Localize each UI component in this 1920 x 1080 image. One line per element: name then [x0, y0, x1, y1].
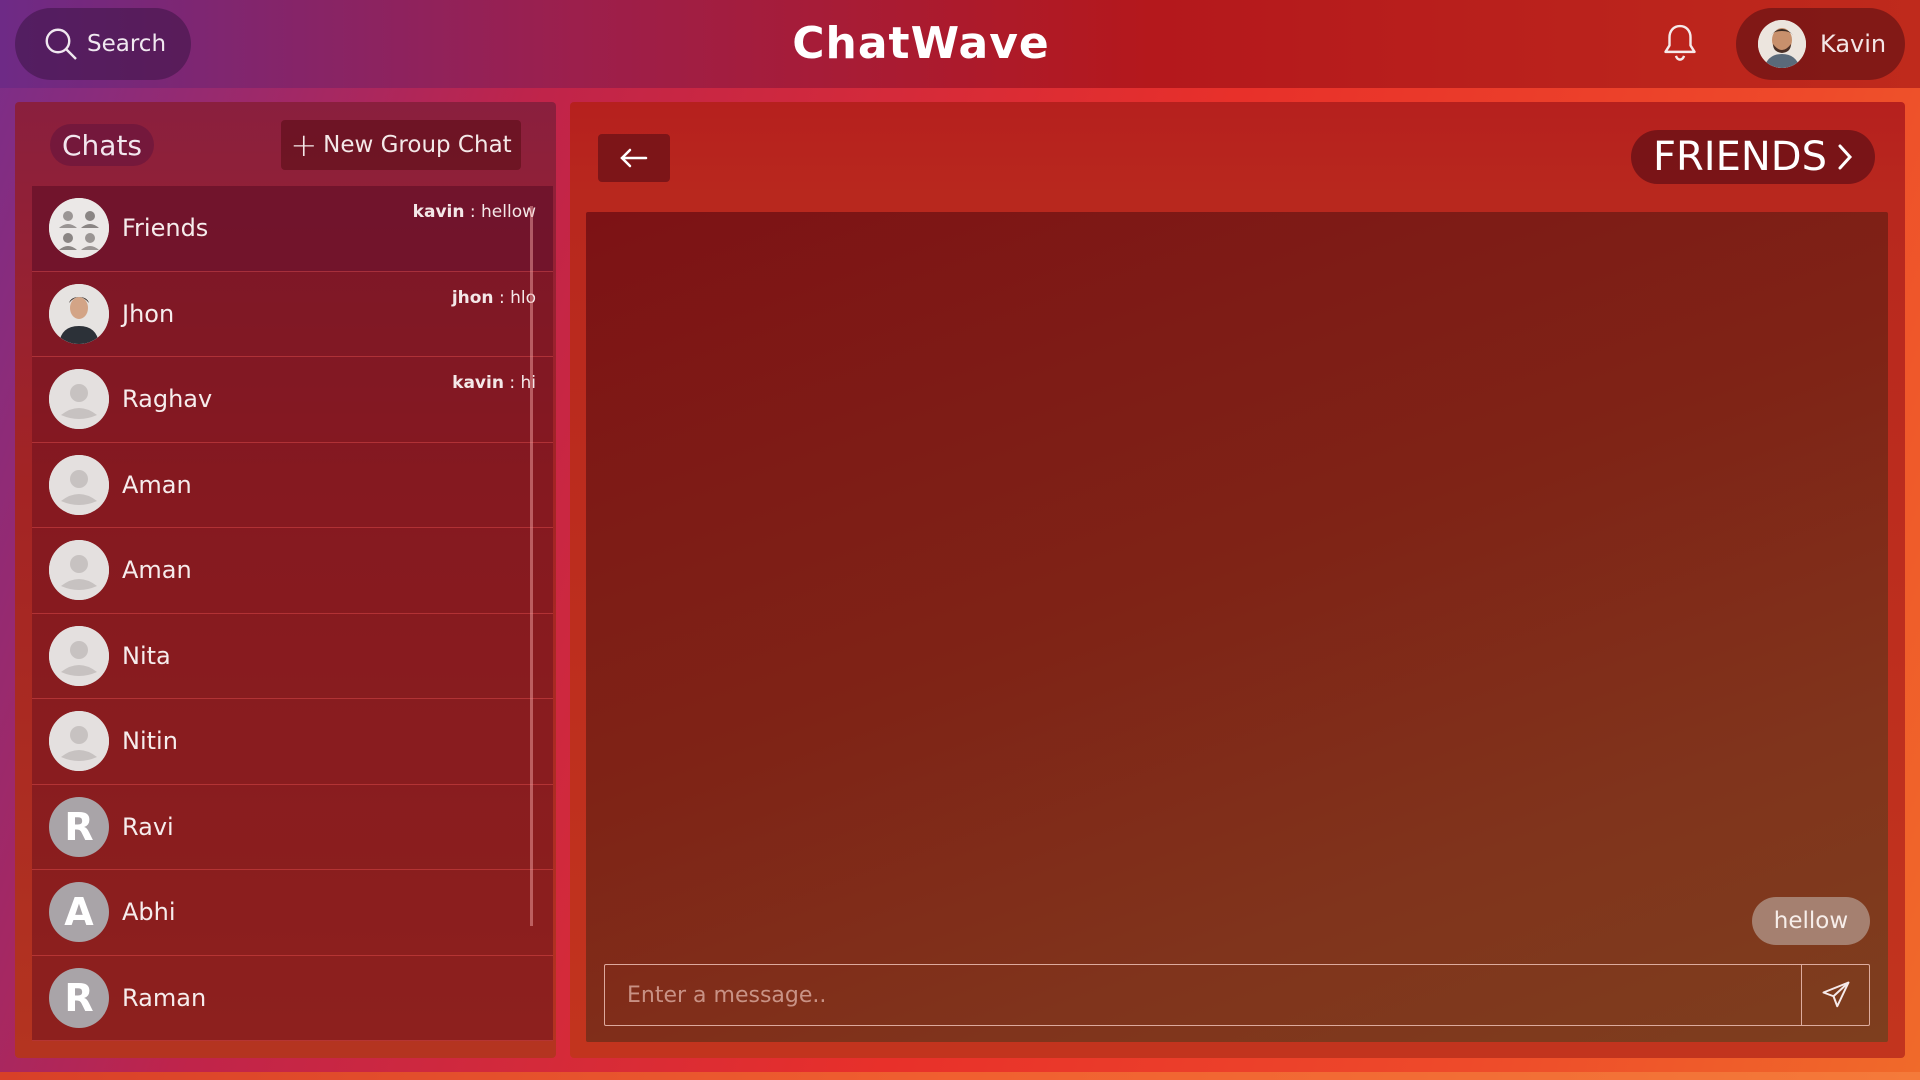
- chat-name: Abhi: [122, 898, 176, 927]
- chat-name: Nitin: [122, 727, 178, 756]
- message-bubble: hellow: [1752, 897, 1870, 945]
- bell-icon[interactable]: [1660, 22, 1700, 64]
- avatar-letter: R: [49, 796, 109, 857]
- default-user-avatar: [49, 711, 109, 772]
- chevron-right-icon: [1838, 144, 1853, 170]
- message-input[interactable]: [605, 965, 1801, 1025]
- send-button[interactable]: [1801, 965, 1869, 1025]
- top-bar: Search ChatWave Kavin: [0, 0, 1920, 88]
- app-title: ChatWave: [792, 18, 1050, 69]
- back-button[interactable]: [598, 134, 670, 182]
- chat-list-item[interactable]: Aman: [32, 528, 553, 614]
- arrow-left-icon: [620, 148, 648, 168]
- group-avatar: [49, 198, 109, 259]
- messages-area: hellow: [586, 212, 1888, 1042]
- chat-list-item[interactable]: Jhon jhon : hlo: [32, 271, 553, 357]
- chat-name: Raman: [122, 983, 207, 1012]
- last-message-preview: jhon : hlo: [452, 288, 536, 308]
- chat-name: Nita: [122, 641, 171, 670]
- chat-list-item[interactable]: Friends kavin : hellow: [32, 186, 553, 272]
- chat-title-button[interactable]: FRIENDS: [1631, 130, 1875, 184]
- chat-name: Ravi: [122, 812, 174, 841]
- chat-list-item[interactable]: Nita: [32, 613, 553, 699]
- chats-sidebar: Chats + New Group Chat Friends kavin : he…: [15, 102, 556, 1058]
- last-message-text: hellow: [481, 202, 536, 222]
- chat-name: Raghav: [122, 385, 213, 414]
- new-group-chat-button[interactable]: + New Group Chat: [281, 120, 521, 170]
- last-message-separator: :: [493, 287, 511, 308]
- last-message-text: hi: [520, 373, 537, 393]
- chat-list-item[interactable]: R Raman: [32, 955, 553, 1041]
- last-message-separator: :: [464, 202, 482, 222]
- user-photo-avatar: [49, 283, 109, 344]
- plus-icon: +: [290, 126, 318, 164]
- new-group-chat-label: New Group Chat: [323, 132, 512, 158]
- chat-list-item[interactable]: R Ravi: [32, 784, 553, 870]
- chat-list-item[interactable]: A Abhi: [32, 870, 553, 956]
- default-user-avatar: [49, 454, 109, 515]
- user-menu-button[interactable]: Kavin: [1736, 8, 1905, 80]
- chat-list-item[interactable]: Aman: [32, 442, 553, 528]
- chat-list: Friends kavin : hellow Jhon jhon : hlo Ragha…: [32, 186, 553, 1042]
- message-composer: [604, 964, 1870, 1026]
- last-message-preview: kavin : hellow: [413, 202, 536, 222]
- last-message-separator: :: [503, 373, 521, 393]
- avatar-letter: A: [49, 882, 109, 943]
- default-user-avatar: [49, 540, 109, 601]
- user-name: Kavin: [1820, 30, 1887, 58]
- chats-heading: Chats: [50, 124, 154, 166]
- chat-name: Jhon: [122, 299, 175, 328]
- bottom-strip: [0, 1072, 1920, 1080]
- chat-name: Friends: [122, 214, 209, 243]
- send-icon: [1822, 981, 1849, 1008]
- last-message-sender: kavin: [452, 373, 504, 393]
- last-message-sender: jhon: [451, 287, 494, 308]
- chat-list-scrollbar[interactable]: [530, 206, 533, 926]
- default-user-avatar: [49, 369, 109, 430]
- chat-panel: FRIENDS hellow: [570, 102, 1905, 1058]
- last-message-preview: kavin : hi: [452, 373, 536, 393]
- user-avatar: [1758, 20, 1806, 68]
- chat-title: FRIENDS: [1653, 134, 1827, 180]
- chat-list-item[interactable]: Nitin: [32, 699, 553, 785]
- last-message-sender: kavin: [412, 202, 465, 222]
- avatar-letter: R: [49, 967, 109, 1028]
- chat-list-item[interactable]: Raghav kavin : hi: [32, 357, 553, 443]
- chat-name: Aman: [122, 556, 192, 585]
- chat-name: Aman: [122, 470, 192, 499]
- default-user-avatar: [49, 625, 109, 686]
